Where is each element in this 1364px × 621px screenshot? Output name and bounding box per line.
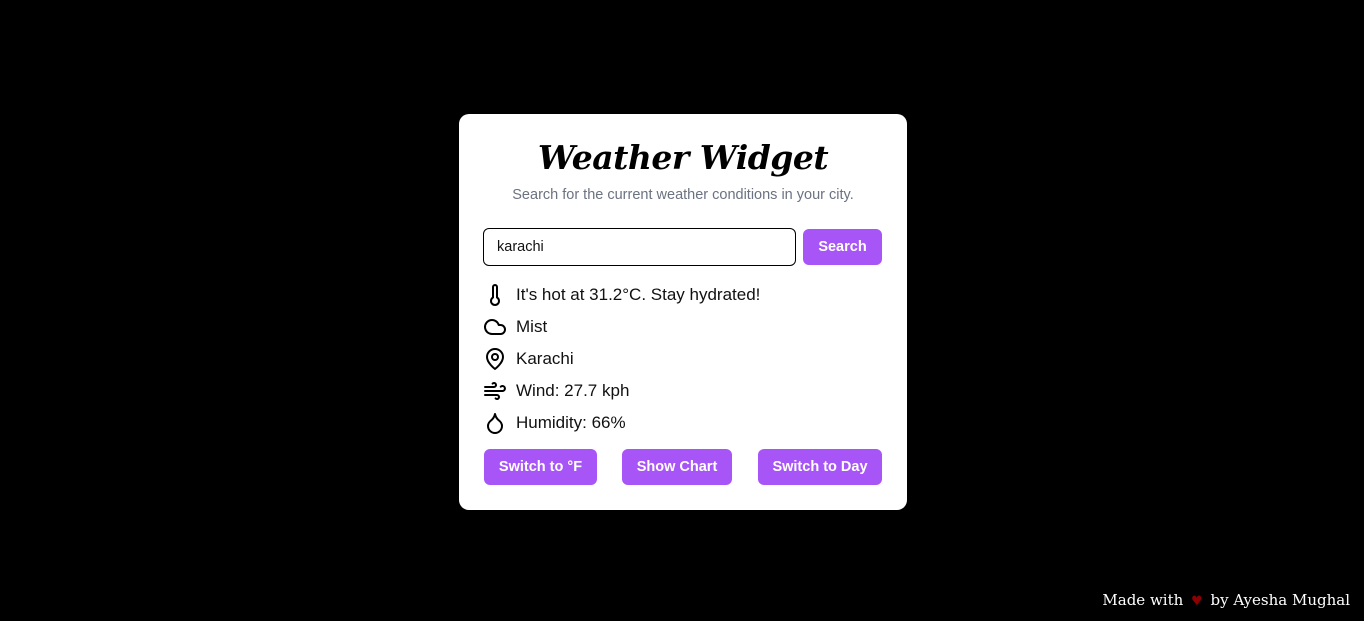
widget-title: Weather Widget [537, 138, 829, 177]
footer-credit: Made with ♥ by Ayesha Mughal [1102, 591, 1350, 609]
footer-prefix: Made with [1102, 591, 1184, 609]
footer-author: by Ayesha Mughal [1210, 591, 1350, 609]
heart-icon: ♥ [1191, 594, 1203, 609]
humidity-text: Humidity: 66% [516, 413, 626, 432]
location-row: Karachi [483, 343, 883, 375]
city-search-input[interactable] [483, 228, 796, 266]
switch-mode-button[interactable]: Switch to Day [758, 449, 882, 485]
weather-info: It's hot at 31.2°C. Stay hydrated! Mist … [483, 279, 883, 439]
widget-subtitle: Search for the current weather condition… [512, 187, 854, 203]
wind-text: Wind: 27.7 kph [516, 381, 630, 400]
show-chart-button[interactable]: Show Chart [622, 449, 732, 485]
droplet-icon [483, 411, 507, 435]
wind-icon [483, 379, 507, 403]
temperature-row: It's hot at 31.2°C. Stay hydrated! [483, 279, 883, 311]
wind-row: Wind: 27.7 kph [483, 375, 883, 407]
condition-row: Mist [483, 311, 883, 343]
condition-text: Mist [516, 317, 548, 336]
action-buttons: Switch to °F Show Chart Switch to Day [484, 449, 882, 485]
location-text: Karachi [516, 349, 574, 368]
temperature-text: It's hot at 31.2°C. Stay hydrated! [516, 285, 761, 304]
map-pin-icon [483, 347, 507, 371]
switch-unit-button[interactable]: Switch to °F [484, 449, 597, 485]
thermometer-icon [483, 283, 507, 307]
weather-widget-card: Weather Widget Search for the current we… [459, 114, 907, 510]
cloud-icon [483, 315, 507, 339]
humidity-row: Humidity: 66% [483, 407, 883, 439]
search-button[interactable]: Search [803, 229, 882, 265]
search-row: Search [483, 228, 882, 266]
